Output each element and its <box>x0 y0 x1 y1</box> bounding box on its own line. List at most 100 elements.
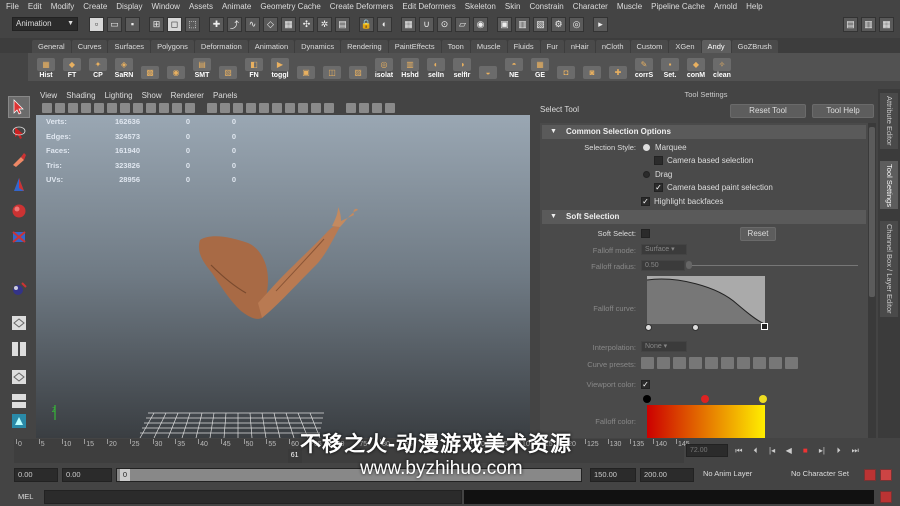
highlight-selection-icon[interactable]: ◐ <box>377 16 392 32</box>
menu-help[interactable]: Help <box>746 2 762 11</box>
shelf-button-sarn[interactable]: ◈ SaRN <box>112 54 136 80</box>
falloff-radius-slider[interactable] <box>688 265 858 266</box>
camera-select-icon[interactable] <box>42 103 52 113</box>
snap-grid-icon[interactable]: ▦ <box>401 16 416 32</box>
preset-ease-icon[interactable] <box>721 357 734 369</box>
animation-end-field[interactable]: 150.00 <box>590 468 636 482</box>
safe-title-icon[interactable] <box>185 103 195 113</box>
resolution-gate-icon[interactable] <box>133 103 143 113</box>
shelf-tab-custom[interactable]: Custom <box>630 40 669 53</box>
field-chart-icon[interactable] <box>159 103 169 113</box>
marquee-radio[interactable] <box>643 144 650 151</box>
mask-dynamics-icon[interactable]: ✣ <box>299 16 314 32</box>
mask-joints-icon[interactable]: ⤴ <box>227 16 242 32</box>
select-tool-icon[interactable] <box>8 96 30 118</box>
menu-create-deformers[interactable]: Create Deformers <box>330 2 394 11</box>
shelf-tab-nhair[interactable]: nHair <box>564 40 595 53</box>
menu-skeleton[interactable]: Skeleton <box>465 2 496 11</box>
shelf-button-hshd[interactable]: ▥ Hshd <box>398 54 422 80</box>
image-plane-icon[interactable] <box>81 103 91 113</box>
step-back-key-icon[interactable]: |◂ <box>765 444 779 457</box>
shelf-tab-surfaces[interactable]: Surfaces <box>108 40 151 53</box>
mask-deformers-icon[interactable]: ▦ <box>281 16 296 32</box>
smooth-shade-icon[interactable] <box>220 103 230 113</box>
shelf-button-clean[interactable]: ✧ clean <box>710 54 734 80</box>
falloff-curve-graph[interactable] <box>647 276 767 326</box>
viewport-menu-renderer[interactable]: Renderer <box>171 91 204 100</box>
safe-action-icon[interactable] <box>172 103 182 113</box>
scrollbar-thumb[interactable] <box>869 127 875 297</box>
go-to-start-icon[interactable]: ⏮ <box>732 444 746 457</box>
viewport-menu-shading[interactable]: Shading <box>66 91 95 100</box>
shelf-button-set[interactable]: ▪ Set. <box>658 54 682 80</box>
shelf-tab-andy[interactable]: Andy <box>701 40 731 53</box>
soft-select-checkbox[interactable] <box>641 229 650 238</box>
viewport-menu-view[interactable]: View <box>40 91 57 100</box>
mask-render-icon[interactable]: ✲ <box>317 16 332 32</box>
menu-modify[interactable]: Modify <box>51 2 75 11</box>
menu-edit-deformers[interactable]: Edit Deformers <box>402 2 455 11</box>
isolate-select-icon[interactable] <box>346 103 356 113</box>
animation-preferences-icon[interactable] <box>880 469 892 481</box>
highlight-backfaces-checkbox[interactable]: ✓ <box>641 197 650 206</box>
shelf-tab-xgen[interactable]: XGen <box>669 40 701 53</box>
mask-curves-icon[interactable]: ∿ <box>245 16 260 32</box>
shelf-tab-deformation[interactable]: Deformation <box>194 40 248 53</box>
select-hierarchy-icon[interactable]: ⊞ <box>149 16 164 32</box>
preset-soft-icon[interactable] <box>673 357 686 369</box>
use-all-lights-icon[interactable] <box>259 103 269 113</box>
command-language-label[interactable]: MEL <box>18 492 33 501</box>
x-ray-joints-icon[interactable] <box>372 103 382 113</box>
move-tool-icon[interactable] <box>8 174 30 196</box>
shelf-tab-fluids[interactable]: Fluids <box>507 40 540 53</box>
arm-model[interactable] <box>198 207 358 319</box>
construction-history-icon[interactable]: ▣ <box>497 16 512 32</box>
auto-key-icon[interactable] <box>864 469 876 481</box>
make-live-icon[interactable]: ◉ <box>473 16 488 32</box>
film-gate-icon[interactable] <box>120 103 130 113</box>
select-object-icon[interactable]: ◻ <box>167 16 182 32</box>
falloff-mode-dropdown[interactable]: Surface ▾ <box>641 244 687 255</box>
soft-select-reset-button[interactable]: Reset <box>740 227 776 241</box>
preset-spike-icon[interactable] <box>753 357 766 369</box>
render-view-layout-icon[interactable] <box>8 410 30 432</box>
hypershade-icon[interactable]: ◎ <box>569 16 584 32</box>
ipr-render-icon[interactable]: ▧ <box>533 16 548 32</box>
select-component-icon[interactable]: ⬚ <box>185 16 200 32</box>
current-time-field[interactable]: 72.00 <box>686 444 728 457</box>
step-forward-icon[interactable]: ⏵ <box>832 444 846 457</box>
menu-character[interactable]: Character <box>573 2 608 11</box>
2d-pan-zoom-icon[interactable] <box>94 103 104 113</box>
mask-surfaces-icon[interactable]: ◇ <box>263 16 278 32</box>
stop-icon[interactable]: ■ <box>799 444 813 457</box>
shelf-tab-dynamics[interactable]: Dynamics <box>295 40 341 53</box>
preset-smooth-icon[interactable] <box>737 357 750 369</box>
end-time-field[interactable]: 200.00 <box>640 468 694 482</box>
tab-channel-box[interactable]: Channel Box / Layer Editor <box>880 221 898 317</box>
shelf-tab-painteffects[interactable]: PaintEffects <box>388 40 441 53</box>
animation-start-field[interactable]: 0.00 <box>62 468 112 482</box>
shelf-button-tool-4[interactable]: ▩ <box>138 54 162 80</box>
viewport-menu-lighting[interactable]: Lighting <box>105 91 133 100</box>
shelf-button-tool-7[interactable]: ▧ <box>216 54 240 80</box>
input-line-icon[interactable]: ▸ <box>593 16 608 32</box>
preset-noise-icon[interactable] <box>785 357 798 369</box>
shelf-tab-general[interactable]: General <box>32 40 71 53</box>
preset-linear-icon[interactable] <box>641 357 654 369</box>
open-scene-icon[interactable]: ▭ <box>107 16 122 32</box>
shelf-button-selfir[interactable]: ◑ selfIr <box>450 54 474 80</box>
shelf-tab-animation[interactable]: Animation <box>248 40 295 53</box>
menu-file[interactable]: File <box>6 2 19 11</box>
camera-paint-selection-checkbox[interactable]: ✓ <box>654 183 663 192</box>
menu-display[interactable]: Display <box>116 2 142 11</box>
lasso-tool-icon[interactable] <box>8 122 30 144</box>
falloff-color-key-red[interactable] <box>701 395 709 403</box>
rotate-tool-icon[interactable] <box>8 200 30 222</box>
shelf-tab-ncloth[interactable]: nCloth <box>595 40 630 53</box>
range-slider-start[interactable]: 0 <box>120 469 130 481</box>
shelf-button-tool-10[interactable]: ▣ <box>294 54 318 80</box>
shelf-tab-fur[interactable]: Fur <box>540 40 564 53</box>
drag-radio[interactable] <box>643 171 650 178</box>
gate-mask-icon[interactable] <box>146 103 156 113</box>
shelf-button-toggl[interactable]: ▶ toggl <box>268 54 292 80</box>
